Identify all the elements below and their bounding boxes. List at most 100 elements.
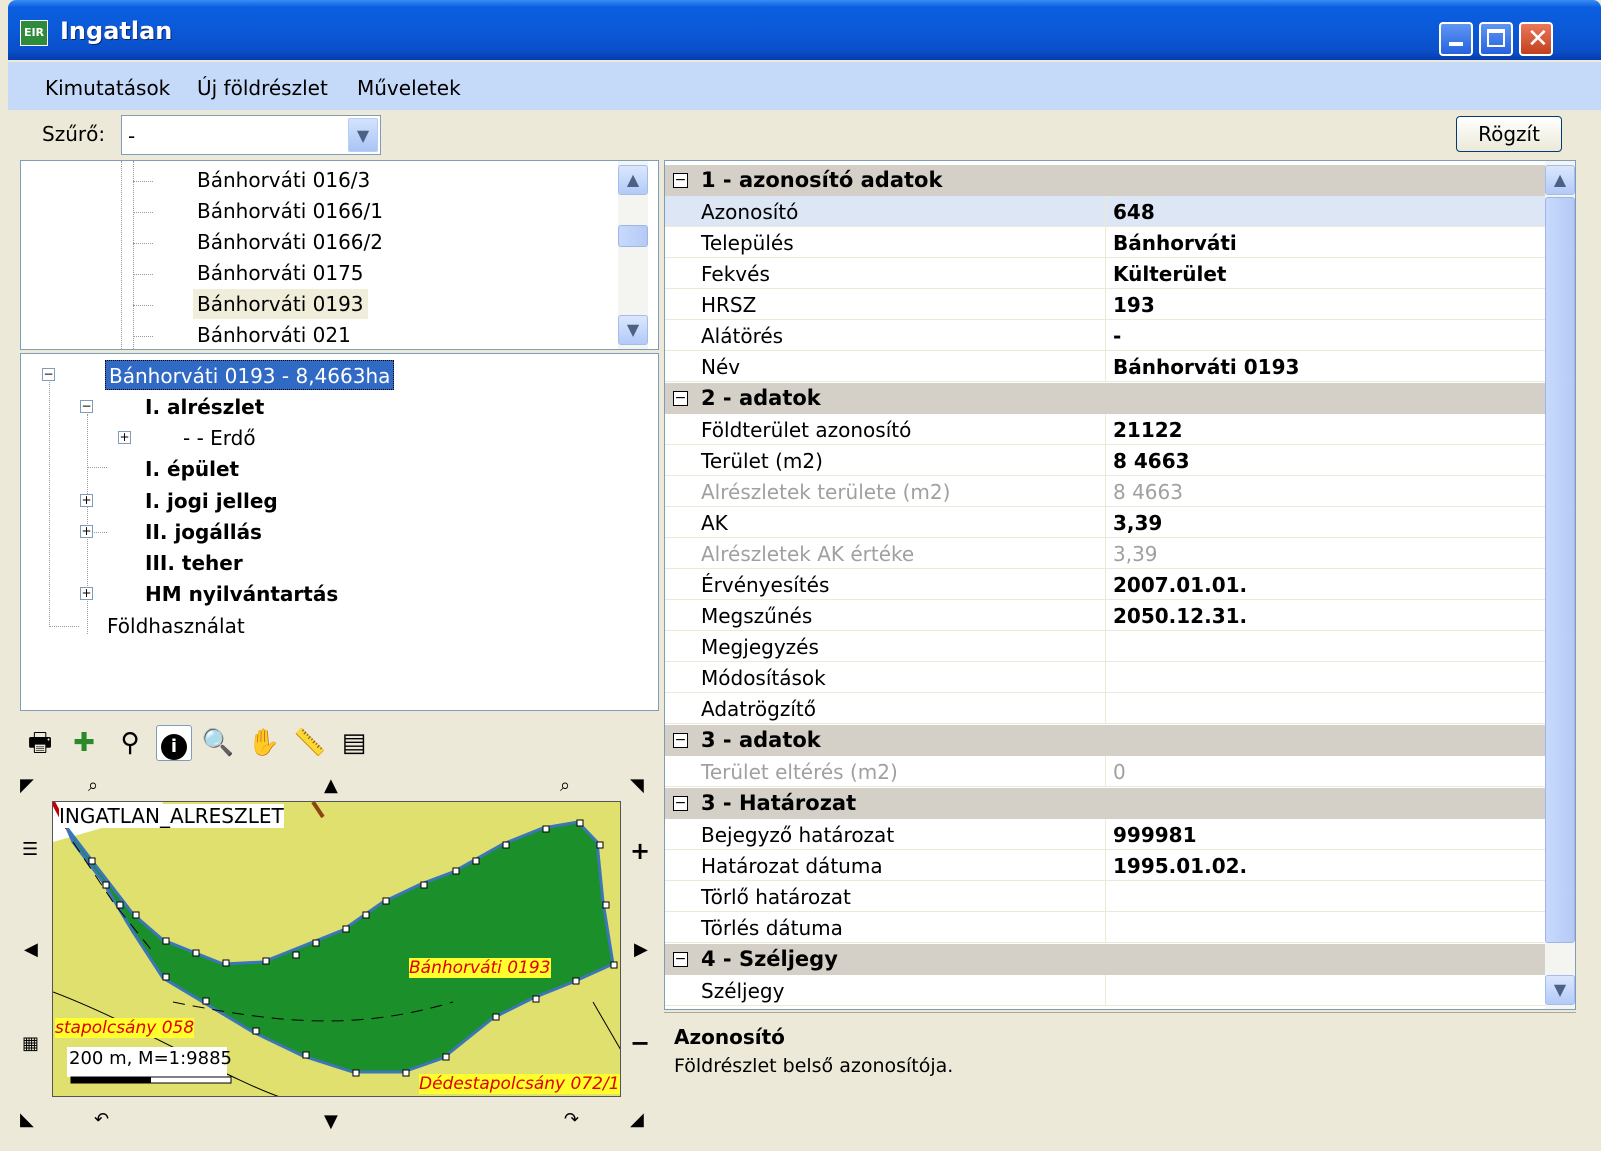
undo-icon[interactable]: ↶ (94, 1109, 109, 1130)
property-row[interactable]: Földterület azonosító 21122 (665, 414, 1545, 445)
info-icon[interactable]: i (156, 725, 192, 761)
nav-top-right-icon[interactable]: ◥ (630, 775, 644, 796)
category-adatok[interactable]: −2 - adatok (665, 383, 1545, 414)
tree-node[interactable]: II. jogállás (145, 517, 262, 547)
zoom-out-icon[interactable]: ⌕ (88, 775, 98, 796)
menu-kimutatasok[interactable]: Kimutatások (45, 76, 170, 100)
zoom-in-icon[interactable]: ⌕ (560, 775, 570, 796)
measure-icon[interactable]: 📏 (292, 725, 328, 761)
close-button[interactable]: ✕ (1519, 22, 1553, 56)
property-row[interactable]: Bejegyző határozat 999981 (665, 819, 1545, 850)
binoculars-icon[interactable]: ⚲ (112, 725, 148, 761)
property-row[interactable]: Név Bánhorváti 0193 (665, 351, 1545, 382)
expand-icon[interactable]: + (80, 587, 93, 600)
maximize-button[interactable] (1479, 22, 1513, 56)
property-scrollbar[interactable]: ▲ ▼ (1545, 161, 1575, 1009)
collapse-icon[interactable]: − (673, 173, 688, 188)
map-canvas[interactable]: INGATLAN_ALRESZLET 200 m, M=1:9885 Bánho… (52, 801, 621, 1097)
pan-hand-icon[interactable]: ✋ (246, 725, 282, 761)
expand-icon[interactable]: + (118, 431, 131, 444)
category-szeljegy[interactable]: −4 - Széljegy (665, 944, 1545, 975)
chevron-down-icon[interactable]: ▼ (348, 118, 378, 152)
scroll-up-icon[interactable]: ▲ (618, 165, 648, 195)
list-item[interactable]: Bánhorváti 0166/1 (193, 196, 387, 226)
property-row[interactable]: Terület (m2) 8 4663 (665, 445, 1545, 476)
category-adatok-3[interactable]: −3 - adatok (665, 725, 1545, 756)
list-item[interactable]: Bánhorváti 016/3 (193, 165, 374, 195)
menu-muveletek[interactable]: Műveletek (357, 76, 461, 100)
property-row[interactable]: Megjegyzés (665, 631, 1545, 662)
description-text: Földrészlet belső azonosítója. (674, 1055, 954, 1077)
tree-node[interactable]: I. alrészlet (145, 392, 264, 422)
zoom-minus-icon[interactable]: − (630, 1029, 650, 1057)
list-item[interactable]: Bánhorváti 021 (193, 320, 355, 349)
map-toolbar: 🖶 ✚ ⚲ i 🔍 ✋ 📏 ▤ (16, 713, 659, 771)
description-title: Azonosító (674, 1025, 785, 1049)
nav-bottom-right-icon[interactable]: ◢ (630, 1109, 644, 1130)
list-item-selected[interactable]: Bánhorváti 0193 (193, 289, 368, 319)
expand-icon[interactable]: + (80, 525, 93, 538)
zoom-plus-icon[interactable]: + (630, 837, 650, 865)
scroll-down-icon[interactable]: ▼ (618, 315, 648, 345)
minimize-button[interactable] (1439, 22, 1473, 56)
collapse-icon[interactable]: − (673, 391, 688, 406)
pan-left-icon[interactable]: ◀ (24, 939, 38, 960)
tree-node[interactable]: - - Erdő (183, 423, 256, 453)
property-row[interactable]: Alátörés - (665, 320, 1545, 351)
pan-right-icon[interactable]: ▶ (634, 939, 648, 960)
add-layer-icon[interactable]: ✚ (66, 725, 102, 761)
save-button[interactable]: Rögzít (1456, 116, 1562, 152)
layers-icon[interactable]: ▤ (336, 725, 372, 761)
nav-bottom-left-icon[interactable]: ◣ (20, 1109, 34, 1130)
scroll-down-icon[interactable]: ▼ (1545, 975, 1575, 1005)
redo-icon[interactable]: ↷ (564, 1109, 579, 1130)
property-row-selected[interactable]: Azonosító 648 (665, 196, 1545, 227)
collapse-icon[interactable]: − (673, 733, 688, 748)
menu-uj-foldreszlet[interactable]: Új földrészlet (197, 76, 328, 100)
tree-node[interactable]: HM nyilvántartás (145, 579, 338, 609)
property-row[interactable]: HRSZ 193 (665, 289, 1545, 320)
menu-bar: Kimutatások Új földrészlet Műveletek (8, 62, 1601, 110)
category-azonosito[interactable]: −1 - azonosító adatok (665, 165, 1545, 196)
list-scrollbar[interactable]: ▲ ▼ (618, 161, 648, 349)
layer-stack-icon[interactable]: ☰ (22, 839, 38, 860)
property-row[interactable]: Megszűnés 2050.12.31. (665, 600, 1545, 631)
tree-root-selected[interactable]: Bánhorváti 0193 - 8,4663ha (105, 360, 395, 390)
property-row[interactable]: AK 3,39 (665, 507, 1545, 538)
window-title: Ingatlan (60, 17, 173, 45)
property-row[interactable]: Törlő határozat (665, 881, 1545, 912)
legend-icon[interactable]: ▦ (22, 1033, 39, 1054)
collapse-icon[interactable]: − (80, 400, 93, 413)
nav-top-left-icon[interactable]: ◤ (20, 775, 34, 796)
zoom-icon[interactable]: 🔍 (200, 725, 236, 761)
tree-node[interactable]: I. épület (145, 454, 239, 484)
filter-dropdown[interactable]: - ▼ (121, 115, 381, 155)
close-icon: ✕ (1527, 24, 1549, 54)
expand-icon[interactable]: + (80, 494, 93, 507)
collapse-icon[interactable]: − (42, 368, 55, 381)
category-hatarozat[interactable]: −3 - Határozat (665, 788, 1545, 819)
collapse-icon[interactable]: − (673, 796, 688, 811)
scroll-up-icon[interactable]: ▲ (1545, 165, 1575, 195)
scroll-thumb[interactable] (1545, 197, 1575, 943)
tree-node[interactable]: Földhasználat (107, 611, 245, 641)
collapse-icon[interactable]: − (673, 952, 688, 967)
title-bar: EIR Ingatlan ✕ (8, 0, 1601, 60)
tree-node[interactable]: III. teher (145, 548, 243, 578)
list-item[interactable]: Bánhorváti 0175 (193, 258, 368, 288)
property-row[interactable]: Fekvés Külterület (665, 258, 1545, 289)
property-row[interactable]: Széljegy (665, 975, 1545, 1006)
property-row[interactable]: Törlés dátuma (665, 912, 1545, 943)
tree-node[interactable]: I. jogi jelleg (145, 486, 278, 516)
scroll-thumb[interactable] (618, 225, 648, 247)
property-row[interactable]: Határozat dátuma 1995.01.02. (665, 850, 1545, 881)
property-row[interactable]: Módosítások (665, 662, 1545, 693)
property-row[interactable]: Adatrögzítő (665, 693, 1545, 724)
pan-down-icon[interactable]: ▼ (324, 1111, 338, 1132)
property-row[interactable]: Érvényesítés 2007.01.01. (665, 569, 1545, 600)
property-row[interactable]: Település Bánhorváti (665, 227, 1545, 258)
filter-value: - (128, 124, 136, 148)
print-icon[interactable]: 🖶 (22, 725, 58, 761)
pan-up-icon[interactable]: ▲ (324, 775, 338, 796)
list-item[interactable]: Bánhorváti 0166/2 (193, 227, 387, 257)
